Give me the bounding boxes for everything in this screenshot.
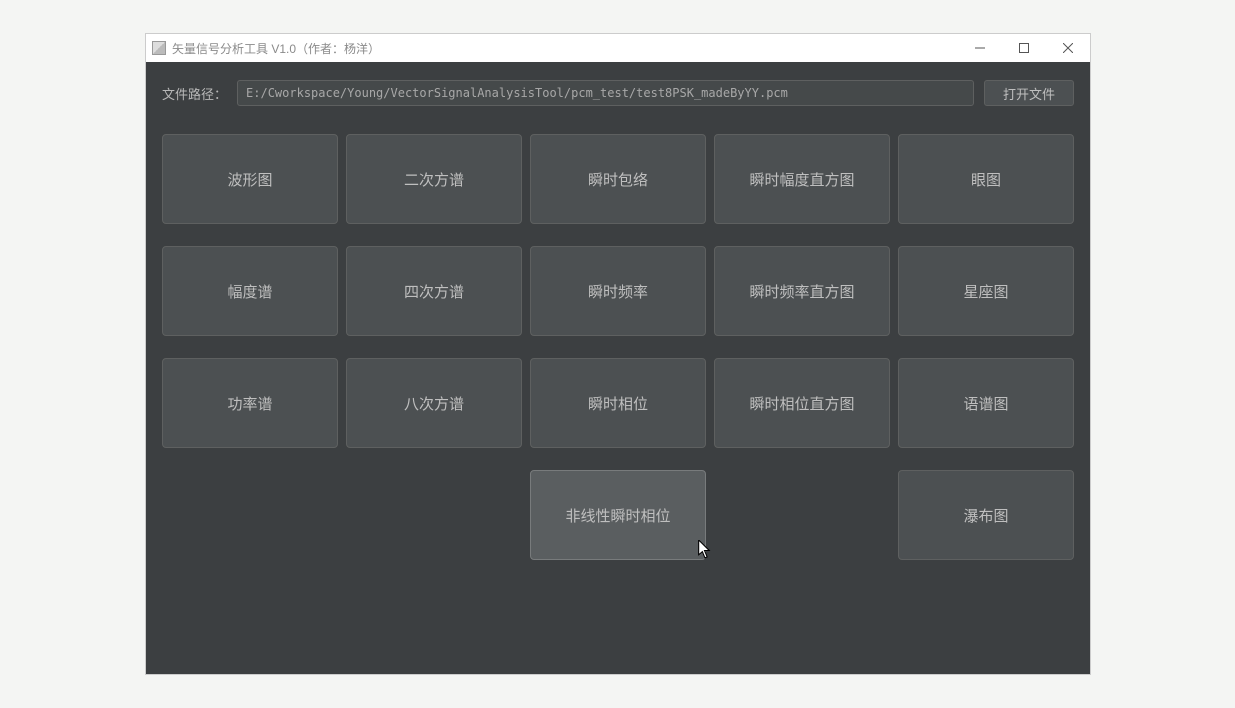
file-path-input[interactable] [237,80,974,106]
maximize-button[interactable] [1002,34,1046,62]
eighth-spectrum-button[interactable]: 八次方谱 [346,358,522,448]
button-grid: 波形图 二次方谱 瞬时包络 瞬时幅度直方图 眼图 幅度谱 四次方谱 瞬时频率 瞬… [162,134,1074,560]
inst-phase-button[interactable]: 瞬时相位 [530,358,706,448]
inst-frequency-button[interactable]: 瞬时频率 [530,246,706,336]
amplitude-spectrum-button[interactable]: 幅度谱 [162,246,338,336]
waterfall-button[interactable]: 瀑布图 [898,470,1074,560]
fourth-spectrum-button[interactable]: 四次方谱 [346,246,522,336]
eye-diagram-button[interactable]: 眼图 [898,134,1074,224]
window-controls [958,34,1090,62]
app-icon [152,41,166,55]
content-area: 文件路径： 打开文件 波形图 二次方谱 瞬时包络 瞬时幅度直方图 眼图 幅度谱 … [146,62,1090,674]
inst-envelope-button[interactable]: 瞬时包络 [530,134,706,224]
close-button[interactable] [1046,34,1090,62]
inst-freq-hist-button[interactable]: 瞬时频率直方图 [714,246,890,336]
open-file-button[interactable]: 打开文件 [984,80,1074,106]
file-row: 文件路径： 打开文件 [162,80,1074,106]
inst-phase-hist-button[interactable]: 瞬时相位直方图 [714,358,890,448]
spectrogram-button[interactable]: 语谱图 [898,358,1074,448]
inst-amp-hist-button[interactable]: 瞬时幅度直方图 [714,134,890,224]
square-spectrum-button[interactable]: 二次方谱 [346,134,522,224]
waveform-button[interactable]: 波形图 [162,134,338,224]
minimize-button[interactable] [958,34,1002,62]
titlebar: 矢量信号分析工具 V1.0（作者：杨洋） [146,34,1090,62]
nonlinear-inst-phase-button[interactable]: 非线性瞬时相位 [530,470,706,560]
power-spectrum-button[interactable]: 功率谱 [162,358,338,448]
constellation-button[interactable]: 星座图 [898,246,1074,336]
app-window: 矢量信号分析工具 V1.0（作者：杨洋） 文件路径： 打开文件 波形图 二次方谱… [145,33,1091,675]
window-title: 矢量信号分析工具 V1.0（作者：杨洋） [172,40,958,57]
file-path-label: 文件路径： [162,84,227,103]
